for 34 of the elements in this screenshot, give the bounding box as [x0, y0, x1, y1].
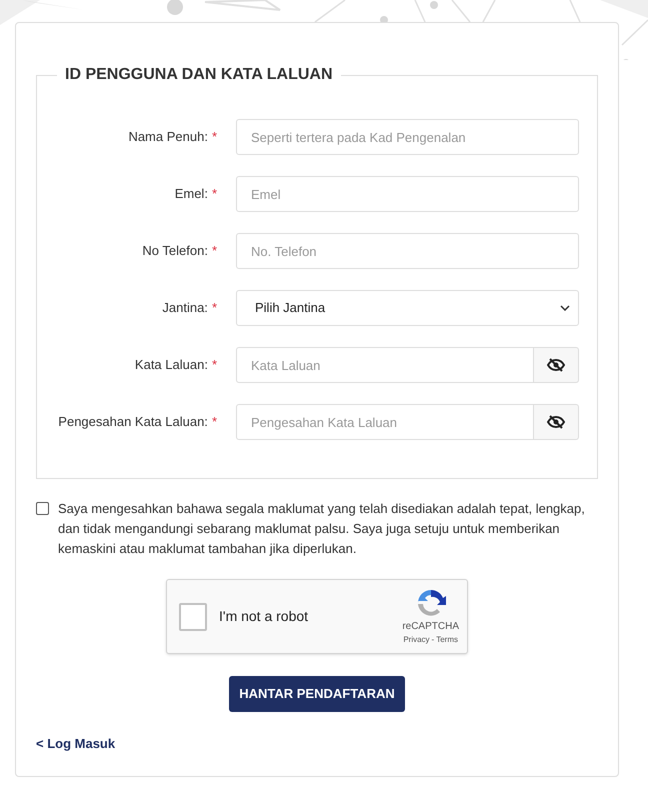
field-label: No Telefon:: [142, 242, 208, 260]
required-mark: *: [212, 128, 217, 146]
captcha-checkbox[interactable]: [179, 602, 207, 630]
required-mark: *: [212, 356, 217, 374]
submit-button[interactable]: HANTAR PENDAFTARAN: [229, 676, 405, 712]
link-separator: -: [432, 634, 434, 646]
login-link[interactable]: < Log Masuk: [36, 734, 116, 754]
text-field[interactable]: Emel: [236, 176, 579, 212]
required-mark: *: [212, 242, 217, 260]
password-field[interactable]: Kata Laluan: [236, 347, 534, 383]
section-legend: ID PENGGUNA DAN KATA LALUAN: [57, 63, 341, 87]
gender-select[interactable]: Pilih Jantina: [236, 290, 579, 326]
required-mark: *: [212, 413, 217, 432]
field-label: Emel:: [174, 185, 208, 204]
privacy-link[interactable]: Privacy: [403, 634, 430, 646]
text-field[interactable]: Seperti tertera pada Kad Pengenalan: [236, 119, 579, 155]
toggle-visibility-button[interactable]: [534, 404, 579, 440]
chevron-down-icon: [560, 305, 570, 311]
field-label: Kata Laluan:: [134, 356, 208, 374]
terms-link[interactable]: Terms: [436, 634, 458, 646]
captcha-brand: reCAPTCHA: [402, 620, 459, 634]
agreement-checkbox[interactable]: [36, 502, 49, 515]
field-label: Pengesahan Kata Laluan:: [58, 413, 208, 432]
captcha-label: I'm not a robot: [219, 607, 310, 626]
field-label: Nama Penuh:: [128, 128, 208, 146]
required-mark: *: [212, 299, 217, 318]
agreement-text: Saya mengesahkan bahawa segala maklumat yang telah disediakan adalah tepat, lengkap, dan tidak mengandungi sebarang maklumat palsu. Saya juga setuju untuk memberikan kemaskini atau maklumat tambahan jika diperlukan.: [58, 500, 586, 558]
eye-slash-icon: [547, 358, 565, 372]
password-field[interactable]: Pengesahan Kata Laluan: [236, 404, 534, 440]
eye-slash-icon: [547, 415, 565, 429]
text-field[interactable]: No. Telefon: [236, 233, 579, 269]
required-mark: *: [212, 185, 217, 204]
toggle-visibility-button[interactable]: [534, 347, 579, 383]
field-label: Jantina:: [162, 299, 208, 318]
